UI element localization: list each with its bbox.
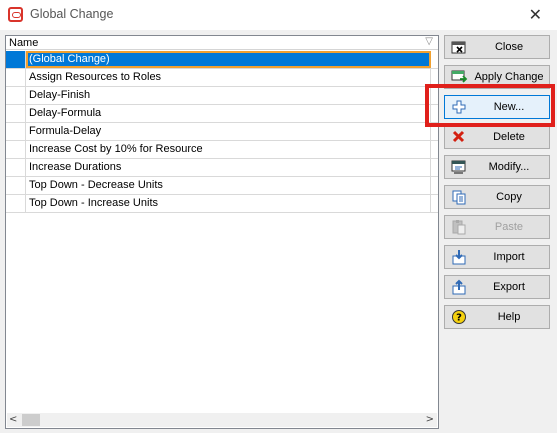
export-button[interactable]: Export bbox=[444, 275, 550, 299]
copy-button[interactable]: Copy bbox=[444, 185, 550, 209]
modify-button[interactable]: Modify... bbox=[444, 155, 550, 179]
list-item-label: Assign Resources to Roles bbox=[26, 69, 431, 86]
copy-icon bbox=[451, 189, 468, 205]
list-rows: (Global Change) Assign Resources to Role… bbox=[6, 51, 438, 213]
list-item-label: Top Down - Increase Units bbox=[26, 195, 431, 212]
app-logo-icon bbox=[8, 7, 23, 22]
row-selector[interactable] bbox=[6, 159, 26, 176]
import-button-label: Import bbox=[493, 251, 525, 263]
copy-button-label: Copy bbox=[496, 191, 522, 203]
delete-button-label: Delete bbox=[493, 131, 525, 143]
list-item-label: Increase Durations bbox=[26, 159, 431, 176]
row-selector[interactable] bbox=[6, 69, 26, 86]
paste-button-label: Paste bbox=[494, 221, 524, 233]
window-close-button[interactable]: ✕ bbox=[529, 5, 542, 24]
sort-indicator-icon: ▽ bbox=[425, 36, 433, 47]
list-item[interactable]: Increase Durations bbox=[6, 159, 438, 177]
close-button[interactable]: Close bbox=[444, 35, 550, 59]
row-selector[interactable] bbox=[6, 141, 26, 158]
row-selector[interactable] bbox=[6, 51, 26, 68]
list-item[interactable]: Top Down - Increase Units bbox=[6, 195, 438, 213]
new-button-label: New... bbox=[493, 101, 525, 113]
row-selector[interactable] bbox=[6, 195, 26, 212]
export-icon bbox=[451, 279, 468, 295]
list-item[interactable]: (Global Change) bbox=[6, 51, 438, 69]
list-item[interactable]: Delay-Finish bbox=[6, 87, 438, 105]
help-button-label: Help bbox=[497, 311, 521, 323]
modify-button-label: Modify... bbox=[488, 161, 530, 173]
list-header[interactable]: Name ▽ bbox=[6, 36, 438, 50]
new-button[interactable]: New... bbox=[444, 95, 550, 119]
import-button[interactable]: Import bbox=[444, 245, 550, 269]
svg-text:?: ? bbox=[456, 313, 462, 324]
list-item[interactable]: Top Down - Decrease Units bbox=[6, 177, 438, 195]
delete-x-icon bbox=[451, 129, 468, 145]
row-selector[interactable] bbox=[6, 177, 26, 194]
row-selector[interactable] bbox=[6, 87, 26, 104]
window-title: Global Change bbox=[30, 7, 114, 21]
export-button-label: Export bbox=[493, 281, 525, 293]
close-button-label: Close bbox=[494, 41, 524, 53]
horizontal-scrollbar[interactable]: < > bbox=[7, 413, 437, 427]
import-icon bbox=[451, 249, 468, 265]
new-plus-icon bbox=[451, 99, 468, 115]
help-button[interactable]: ? Help bbox=[444, 305, 550, 329]
scroll-thumb[interactable] bbox=[22, 414, 40, 426]
list-item-label: Delay-Formula bbox=[26, 105, 431, 122]
list-item-label: Increase Cost by 10% for Resource bbox=[26, 141, 431, 158]
list-item[interactable]: Delay-Formula bbox=[6, 105, 438, 123]
scroll-left-icon[interactable]: < bbox=[9, 414, 17, 425]
paste-button[interactable]: Paste bbox=[444, 215, 550, 239]
help-icon: ? bbox=[451, 309, 468, 325]
apply-change-button-label: Apply Change bbox=[474, 71, 544, 83]
global-change-list[interactable]: Name ▽ (Global Change) Assign Resources … bbox=[5, 35, 439, 429]
list-item-label: (Global Change) bbox=[26, 51, 431, 68]
apply-change-button[interactable]: Apply Change bbox=[444, 65, 550, 89]
column-header-name[interactable]: Name bbox=[9, 37, 38, 49]
close-dialog-icon bbox=[451, 39, 468, 55]
row-selector[interactable] bbox=[6, 123, 26, 140]
window-edge bbox=[553, 180, 557, 260]
list-item-label: Formula-Delay bbox=[26, 123, 431, 140]
modify-icon bbox=[451, 159, 468, 175]
dialog-body: Name ▽ (Global Change) Assign Resources … bbox=[0, 30, 557, 433]
apply-change-icon bbox=[451, 69, 468, 85]
delete-button[interactable]: Delete bbox=[444, 125, 550, 149]
list-item[interactable]: Increase Cost by 10% for Resource bbox=[6, 141, 438, 159]
list-item-label: Delay-Finish bbox=[26, 87, 431, 104]
scroll-right-icon[interactable]: > bbox=[426, 414, 434, 425]
list-item-label: Top Down - Decrease Units bbox=[26, 177, 431, 194]
list-item[interactable]: Assign Resources to Roles bbox=[6, 69, 438, 87]
list-item[interactable]: Formula-Delay bbox=[6, 123, 438, 141]
row-selector[interactable] bbox=[6, 105, 26, 122]
title-bar: Global Change ✕ bbox=[0, 0, 557, 30]
paste-icon bbox=[451, 219, 468, 235]
